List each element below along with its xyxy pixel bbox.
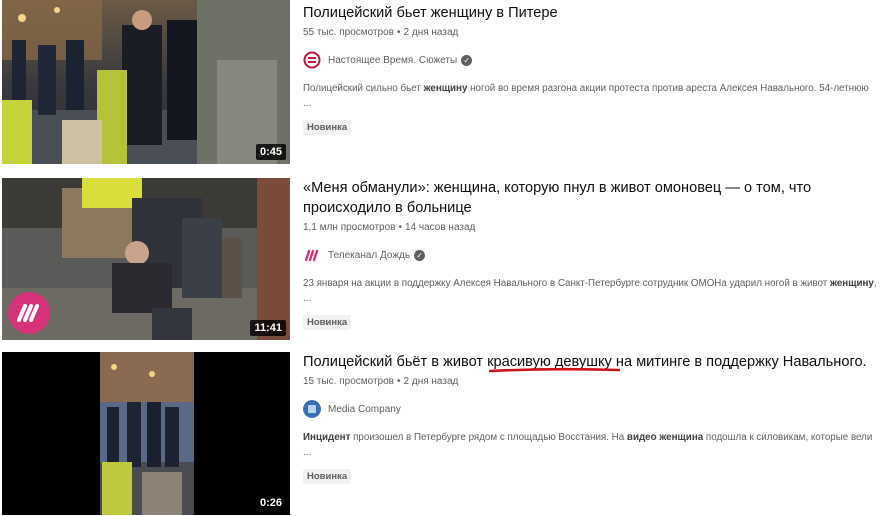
desc-highlight: женщину xyxy=(423,83,468,94)
red-underline-annotation xyxy=(489,367,620,373)
meta-separator: • xyxy=(397,376,401,387)
video-description: Инцидент произошел в Петербурге рядом с … xyxy=(303,430,878,460)
meta-separator: • xyxy=(397,27,401,38)
desc-highlight: Инцидент xyxy=(303,432,351,443)
video-duration: 0:26 xyxy=(255,495,286,511)
desc-text: произошел в Петербурге рядом с площадью … xyxy=(350,432,627,443)
verified-check-icon: ✓ xyxy=(461,54,473,66)
desc-text: 23 января на акции в поддержку Алексея Н… xyxy=(303,278,831,289)
channel-row[interactable]: Телеканал Дождь ✓ xyxy=(303,245,878,265)
new-badge: Новинка xyxy=(303,120,352,135)
view-count: 55 тыс. просмотров xyxy=(303,27,394,38)
video-info: «Меня обманули»: женщина, которую пнул в… xyxy=(303,178,878,330)
channel-name[interactable]: Media Company xyxy=(328,404,401,415)
video-thumbnail[interactable]: 11:41 xyxy=(2,178,290,340)
video-info: Полицейский бьет женщину в Питере 55 тыс… xyxy=(303,3,878,135)
thumbnail-image xyxy=(2,0,290,164)
view-count: 15 тыс. просмотров xyxy=(303,376,394,387)
upload-age: 14 часов назад xyxy=(404,222,476,233)
upload-age: 2 дня назад xyxy=(403,376,459,387)
desc-highlight: женщину xyxy=(830,278,874,289)
verified-check-icon: ✓ xyxy=(414,249,426,261)
thumbnail-image xyxy=(2,352,290,515)
video-meta: 1,1 млн просмотров • 14 часов назад xyxy=(303,221,878,235)
video-duration: 0:45 xyxy=(255,144,286,160)
video-title[interactable]: «Меня обманули»: женщина, которую пнул в… xyxy=(303,178,878,218)
channel-name[interactable]: Телеканал Дождь xyxy=(328,250,410,261)
new-badge: Новинка xyxy=(303,315,352,330)
channel-row[interactable]: Media Company xyxy=(303,399,878,419)
new-badge: Новинка xyxy=(303,469,352,484)
video-description: 23 января на акции в поддержку Алексея Н… xyxy=(303,276,878,306)
video-description: Полицейский сильно бьет женщину ногой во… xyxy=(303,81,878,111)
meta-separator: • xyxy=(398,222,402,233)
video-meta: 15 тыс. просмотров • 2 дня назад xyxy=(303,375,878,389)
upload-age: 2 дня назад xyxy=(403,27,459,38)
video-meta: 55 тыс. просмотров • 2 дня назад xyxy=(303,26,878,40)
nastoyashee-vremya-logo-icon[interactable] xyxy=(303,51,321,69)
video-title[interactable]: Полицейский бьет женщину в Питере xyxy=(303,3,878,23)
channel-row[interactable]: Настоящее Время. Сюжеты ✓ xyxy=(303,50,878,70)
dozhd-channel-icon[interactable] xyxy=(303,246,321,264)
desc-text: Полицейский сильно бьет xyxy=(303,83,424,94)
desc-highlight: женщина xyxy=(659,432,704,443)
video-thumbnail[interactable]: 0:26 xyxy=(2,352,290,515)
desc-highlight: видео xyxy=(626,432,657,443)
media-company-avatar-icon[interactable] xyxy=(303,400,321,418)
video-thumbnail[interactable]: 0:45 xyxy=(2,0,290,164)
dozhd-logo-icon xyxy=(8,292,50,334)
view-count: 1,1 млн просмотров xyxy=(303,222,396,233)
channel-name[interactable]: Настоящее Время. Сюжеты xyxy=(328,55,457,66)
video-duration: 11:41 xyxy=(250,320,286,336)
